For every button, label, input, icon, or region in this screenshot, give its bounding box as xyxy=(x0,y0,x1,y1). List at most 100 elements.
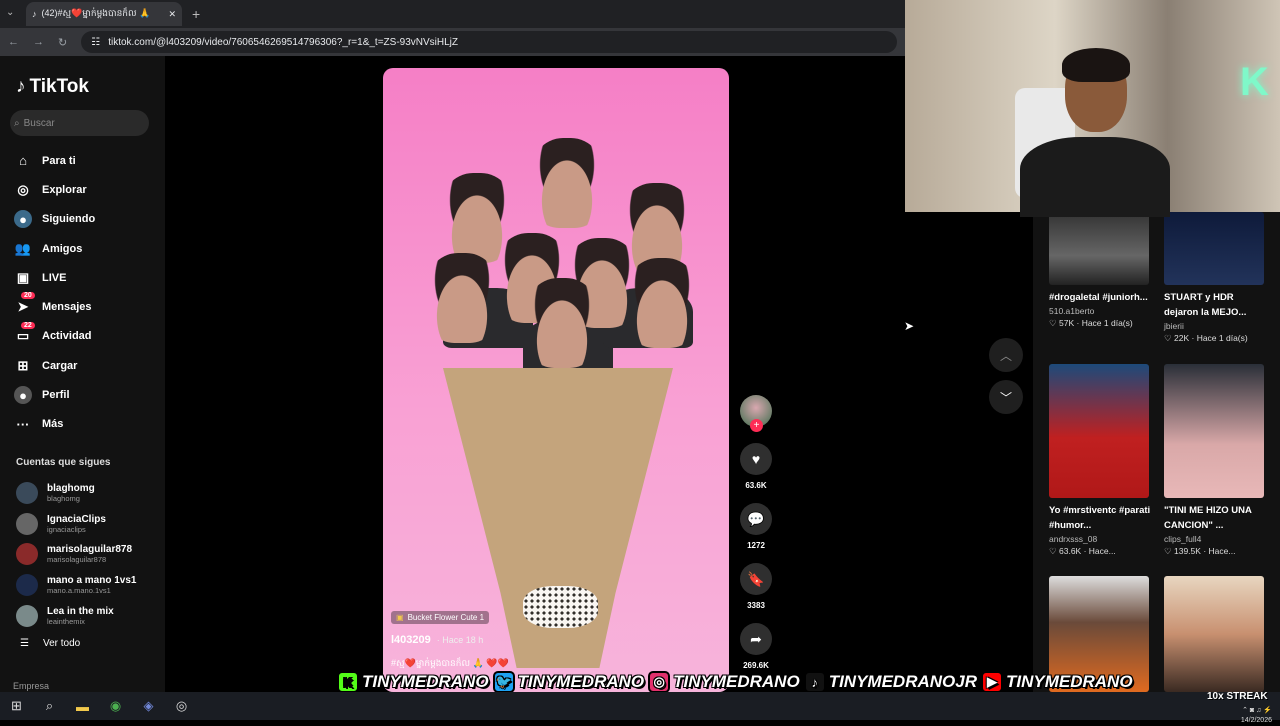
nav-cargar[interactable]: ⊞ Cargar xyxy=(14,351,154,380)
close-tab-icon[interactable]: ✕ xyxy=(168,9,176,20)
avatar xyxy=(16,604,38,627)
nav-mas[interactable]: ··· Más xyxy=(14,410,154,439)
account-name: Lea in the mix xyxy=(47,605,114,617)
next-video-button[interactable]: ﹀ xyxy=(989,380,1023,414)
recommended-card[interactable]: Yo #mrstiventc #parati #humor... andrxss… xyxy=(1049,364,1151,557)
account-name: IgnaciaClips xyxy=(47,513,106,525)
following-item[interactable]: blaghomg blaghomg xyxy=(16,478,156,509)
recommended-card[interactable]: #drogaletal #juniorh... 510.a1berto ♡ 57… xyxy=(1049,212,1151,329)
tab-list-icon[interactable]: ⌄ xyxy=(6,7,14,18)
tray-icons[interactable]: ⌃ ◙ ♫ ⚡ xyxy=(1242,707,1272,714)
nav-explorar[interactable]: ◎ Explorar xyxy=(14,175,154,204)
following-list: blaghomg blaghomg IgnaciaClips ignaciaclip… xyxy=(16,478,156,631)
discord-icon[interactable]: ◈ xyxy=(132,692,165,720)
nav-label: LIVE xyxy=(42,271,67,284)
like-button[interactable]: ♥ xyxy=(740,443,772,475)
start-icon[interactable]: ⊞ xyxy=(0,692,33,720)
following-title: Cuentas que sigues xyxy=(16,457,111,468)
profile-icon: ● xyxy=(14,386,32,405)
card-stats: ♡ 139.5K · Hace... xyxy=(1164,546,1236,556)
account-handle: ignaciaclips xyxy=(47,524,86,534)
following-item[interactable]: marisolaguilar878 marisolaguilar878 xyxy=(16,539,156,570)
tray-date: 14/2/2026 xyxy=(1240,717,1272,724)
nav-mensajes[interactable]: ➤ 20 Mensajes xyxy=(14,292,154,321)
home-icon: ⌂ xyxy=(19,153,27,169)
card-time: Hace... xyxy=(1208,546,1236,556)
chrome-icon[interactable]: ◉ xyxy=(99,692,132,720)
kick-icon: K xyxy=(337,671,359,693)
mouse-cursor-icon: ➤ xyxy=(904,319,915,333)
account-handle: marisolaguilar878 xyxy=(47,555,107,565)
nav-actividad[interactable]: ▭ 22 Actividad xyxy=(14,321,154,351)
nav-para-ti[interactable]: ⌂ Para ti xyxy=(14,146,154,175)
following-item[interactable]: mano a mano 1vs1 mano.a.mano.1vs1 xyxy=(16,570,156,601)
search-input[interactable]: ⌕ Buscar xyxy=(10,110,149,136)
effect-icon: ▣ xyxy=(396,613,404,622)
creator-avatar[interactable]: + xyxy=(740,395,772,432)
save-button[interactable]: 🔖 xyxy=(740,563,772,595)
address-bar[interactable]: ☷ tiktok.com/@l403209/video/760654626951… xyxy=(81,31,897,53)
browser-tab[interactable]: ♪ (42)#ស្ម❤️ម្នាក់ម្ដងបានក៏ល 🙏 ✕ xyxy=(26,2,182,26)
system-tray: ⌃ ◙ ♫ ⚡ 14/2/2026 xyxy=(1241,706,1272,726)
effect-tag[interactable]: ▣ Bucket Flower Cute 1 xyxy=(391,611,490,624)
avatar xyxy=(16,482,38,505)
tiktok-icon: ♪ xyxy=(803,671,826,693)
search-icon[interactable]: ⌕ xyxy=(33,692,66,720)
video-player[interactable]: ▣ Bucket Flower Cute 1 l403209 · Hace 18 h… xyxy=(383,68,729,692)
bookmark-icon: 🔖 xyxy=(747,570,765,587)
activity-icon: ▭ xyxy=(16,328,30,344)
share-button[interactable]: ➦ xyxy=(740,623,772,655)
previous-video-button[interactable]: ︿ xyxy=(989,338,1023,372)
nav-amigos[interactable]: 👥 Amigos xyxy=(14,234,154,263)
card-user: andrxsss_08 xyxy=(1049,534,1098,544)
main-nav: ⌂ Para ti ◎ Explorar ● Siguiendo 👥 Amigos ▣ L… xyxy=(14,146,154,439)
recommended-panel: #drogaletal #juniorh... 510.a1berto ♡ 57… xyxy=(1033,212,1280,692)
card-user: jbierii xyxy=(1164,321,1184,331)
instagram-handle: ◎ TINYMEDRANO xyxy=(648,671,800,693)
site-info-icon[interactable]: ☷ xyxy=(91,37,100,48)
obs-icon[interactable]: ◎ xyxy=(165,692,198,720)
following-item[interactable]: Lea in the mix leainthemix xyxy=(16,600,156,631)
handle-text: TINYMEDRANO xyxy=(673,672,800,691)
save-count: 3383 xyxy=(747,601,765,610)
following-item[interactable]: IgnaciaClips ignaciaclips xyxy=(16,509,156,540)
heart-icon: ♥ xyxy=(751,451,761,467)
file-explorer-icon[interactable]: ▬ xyxy=(66,692,99,720)
recommended-card[interactable] xyxy=(1164,576,1266,692)
chevron-up-icon: ︿ xyxy=(999,348,1012,363)
business-link[interactable]: Empresa xyxy=(13,681,49,691)
reload-icon[interactable]: ↻ xyxy=(58,36,67,49)
card-title: Yo #mrstiventc #parati #humor... xyxy=(1049,505,1151,531)
nav-live[interactable]: ▣ LIVE xyxy=(14,263,154,292)
youtube-icon: ▶ xyxy=(980,671,1003,693)
follow-plus-icon[interactable]: + xyxy=(750,419,763,432)
nav-label: Mensajes xyxy=(42,301,92,314)
recommended-card[interactable]: STUART y HDR dejaron la MEJO... jbierii … xyxy=(1164,212,1266,344)
recommended-card[interactable]: "TINI ME HIZO UNA CANCION" ... clips_ful… xyxy=(1164,364,1266,557)
video-author[interactable]: l403209 · Hace 18 h xyxy=(391,634,483,646)
handle-text: TINYMEDRANO xyxy=(1005,672,1133,691)
card-title: STUART y HDR dejaron la MEJO... xyxy=(1164,292,1247,318)
nav-siguiendo[interactable]: ● Siguiendo xyxy=(14,205,154,234)
forward-icon[interactable]: → xyxy=(33,36,44,48)
nav-label: Cargar xyxy=(42,359,78,372)
twitter-icon: 🐦 xyxy=(492,671,515,693)
nav-label: Actividad xyxy=(42,330,92,343)
comment-icon: 💬 xyxy=(747,510,765,527)
activity-badge: 22 xyxy=(21,321,35,329)
tab-title: (42)#ស្ម❤️ម្នាក់ម្ដងបានក៏ល 🙏 xyxy=(41,7,151,18)
back-icon[interactable]: ← xyxy=(8,36,19,48)
messages-icon: ➤ xyxy=(17,299,29,315)
handle-text: TINYMEDRANOJR xyxy=(828,672,977,691)
see-all-button[interactable]: ☰ Ver todo xyxy=(20,638,80,649)
nav-label: Amigos xyxy=(42,242,83,255)
nav-perfil[interactable]: ● Perfil xyxy=(14,380,154,409)
heart-icon: ♡ xyxy=(1164,333,1172,343)
tiktok-logo[interactable]: ♪ TikTok xyxy=(16,76,89,98)
video-thumbnail xyxy=(1164,576,1264,692)
new-tab-button[interactable]: + xyxy=(192,6,200,22)
search-icon: ⌕ xyxy=(14,117,20,129)
kick-handle: K TINYMEDRANO xyxy=(337,671,489,693)
comment-button[interactable]: 💬 xyxy=(740,503,772,535)
instagram-icon: ◎ xyxy=(648,671,671,693)
